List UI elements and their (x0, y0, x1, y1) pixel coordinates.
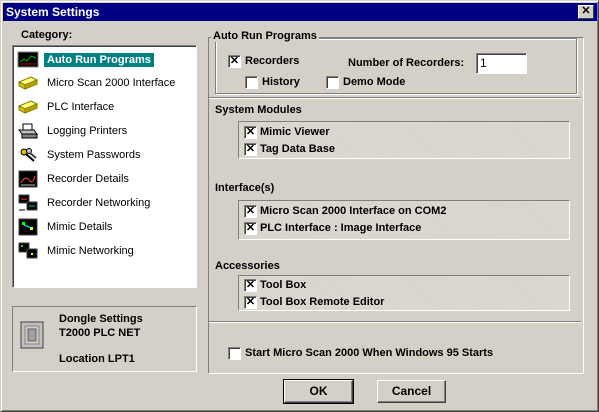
check-mark-icon: ✕ (245, 126, 256, 138)
category-item-label: Mimic Details (47, 221, 113, 233)
divider (209, 97, 581, 99)
plc-interface-label: PLC Interface : Image Interface (260, 222, 422, 234)
tool-box-remote-editor-label: Tool Box Remote Editor (260, 296, 385, 308)
tag-database-checkbox[interactable]: ✕ (244, 143, 257, 156)
category-item-label: Micro Scan 2000 Interface (47, 77, 176, 89)
accessories-title: Accessories (215, 260, 280, 272)
category-item-label: System Passwords (47, 149, 141, 161)
mimic-viewer-checkbox[interactable]: ✕ (244, 126, 257, 139)
dongle-settings-panel: Dongle Settings T2000 PLC NET Location L… (12, 306, 197, 372)
monitor-icon (17, 51, 39, 69)
ok-button[interactable]: OK (283, 379, 354, 404)
demo-mode-label: Demo Mode (343, 76, 406, 88)
close-icon: ✕ (581, 5, 591, 17)
category-item-auto-run-programs[interactable]: Auto Run Programs (15, 49, 154, 71)
category-item-micro-scan-2000-interface[interactable]: Micro Scan 2000 Interface (15, 72, 178, 94)
tool-box-remote-editor-checkbox[interactable]: ✕ (244, 296, 257, 309)
category-item-label: Recorder Networking (47, 197, 151, 209)
printer-icon (17, 122, 39, 140)
category-item-plc-interface[interactable]: PLC Interface (15, 96, 117, 118)
start-with-windows-label: Start Micro Scan 2000 When Windows 95 St… (245, 347, 494, 359)
category-label: Category: (19, 29, 75, 41)
keys-icon (17, 146, 39, 164)
demo-mode-checkbox[interactable] (326, 76, 339, 89)
dongle-title: Dongle Settings (59, 313, 143, 325)
check-mark-icon: ✕ (245, 296, 256, 308)
category-item-mimic-details[interactable]: Mimic Details (15, 216, 115, 238)
category-list[interactable]: Auto Run Programs Micro Scan 2000 Interf… (12, 45, 197, 288)
check-mark-icon: ✕ (245, 143, 256, 155)
title-bar: System Settings ✕ (3, 3, 597, 21)
recorders-label: Recorders (245, 55, 300, 67)
tool-box-label: Tool Box (260, 279, 307, 291)
category-item-mimic-networking[interactable]: Mimic Networking (15, 240, 137, 262)
num-recorders-input[interactable]: 1 (476, 53, 527, 74)
plc-interface-checkbox[interactable]: ✕ (244, 222, 257, 235)
cancel-button[interactable]: Cancel (377, 380, 446, 403)
micro-scan-interface-label: Micro Scan 2000 Interface on COM2 (260, 205, 447, 217)
category-item-recorder-networking[interactable]: Recorder Networking (15, 192, 153, 214)
yellow-module-icon (17, 74, 39, 92)
check-mark-icon: ✕ (229, 55, 240, 67)
window-title: System Settings (6, 5, 100, 19)
category-item-label: Mimic Networking (47, 245, 134, 257)
check-mark-icon: ✕ (245, 279, 256, 291)
tool-box-checkbox[interactable]: ✕ (244, 279, 257, 292)
category-item-system-passwords[interactable]: System Passwords (15, 144, 144, 166)
category-item-logging-printers[interactable]: Logging Printers (15, 120, 130, 142)
mimic-network-icon (17, 242, 39, 260)
network-icon (17, 194, 39, 212)
category-item-label: Logging Printers (47, 125, 128, 137)
interfaces-title: Interface(s) (215, 182, 275, 194)
category-item-label: Auto Run Programs (44, 53, 154, 67)
dongle-model: T2000 PLC NET (59, 327, 141, 339)
history-label: History (262, 76, 300, 88)
system-settings-dialog: System Settings ✕ Category: Auto Run Pro… (0, 0, 599, 412)
check-mark-icon: ✕ (245, 205, 256, 217)
tag-database-label: Tag Data Base (260, 143, 335, 155)
dongle-location: Location LPT1 (59, 353, 135, 365)
num-recorders-label: Number of Recorders: (348, 57, 465, 69)
yellow-module-icon (17, 98, 39, 116)
recorders-checkbox[interactable]: ✕ (228, 55, 241, 68)
divider (209, 321, 581, 323)
recorder-icon (17, 170, 39, 188)
check-mark-icon: ✕ (245, 222, 256, 234)
dongle-icon (20, 321, 44, 349)
category-item-label: PLC Interface (47, 101, 115, 113)
mimic-viewer-label: Mimic Viewer (260, 126, 330, 138)
micro-scan-interface-checkbox[interactable]: ✕ (244, 205, 257, 218)
category-item-label: Recorder Details (47, 173, 129, 185)
mimic-icon (17, 218, 39, 236)
close-button[interactable]: ✕ (578, 5, 594, 19)
system-modules-title: System Modules (215, 104, 302, 116)
auto-run-legend: Auto Run Programs (211, 30, 319, 42)
category-item-recorder-details[interactable]: Recorder Details (15, 168, 132, 190)
history-checkbox[interactable] (245, 76, 258, 89)
start-with-windows-checkbox[interactable] (228, 347, 241, 360)
